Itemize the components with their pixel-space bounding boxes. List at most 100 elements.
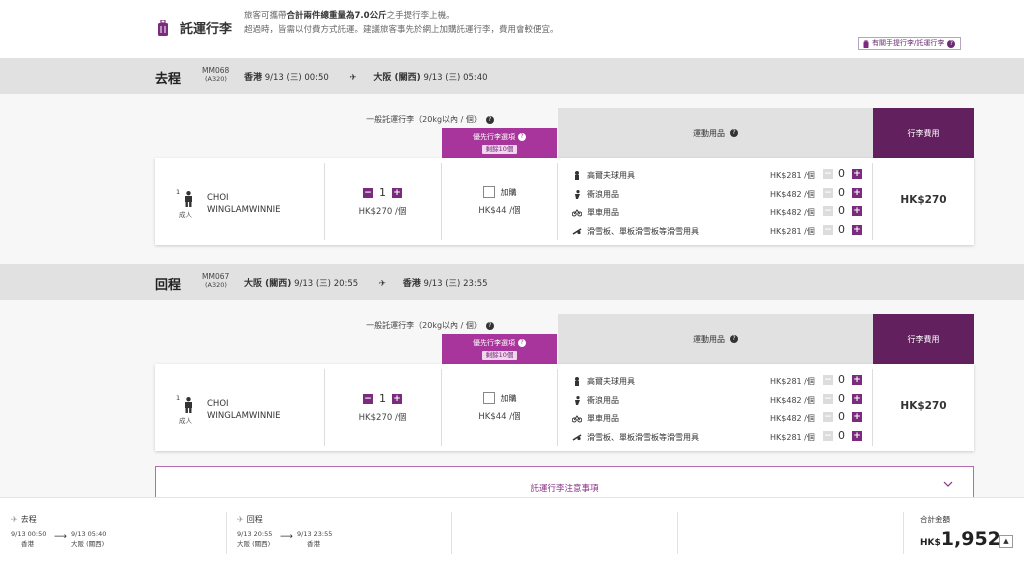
priority-checkbox[interactable] xyxy=(482,186,495,198)
baggage-quantity-stepper: − 1 + HK$270 /個 xyxy=(325,186,440,217)
sport-item-surf: 衝浪用品 HK$482 /個 − 0 + xyxy=(569,392,864,411)
decrease-button[interactable]: − xyxy=(823,375,833,385)
booking-summary-footer: ✈ 去程 9/13 00:50 香港 ⟶ 9/13 05:40 大阪 (關西) ✈ 回程… xyxy=(0,497,1024,564)
normal-baggage-header: 一般託運行李（20kg以內 / 個）? xyxy=(330,320,530,331)
increase-button[interactable]: + xyxy=(852,412,862,422)
flight-route: 香港 9/13 (三) 00:50 ✈ 大阪 (關西) 9/13 (三) 05:… xyxy=(244,73,488,83)
golf-icon xyxy=(575,377,579,386)
sport-item-ski: 滑雪板、單板滑雪板等滑雪用具 HK$281 /個 − 0 + xyxy=(569,223,864,242)
normal-baggage-header: 一般託運行李（20kg以內 / 個）? xyxy=(330,114,530,125)
baggage-count: 1 xyxy=(379,392,386,405)
decrease-button[interactable]: − xyxy=(823,169,833,179)
arrow-right-icon: ⟶ xyxy=(280,532,293,542)
ski-icon xyxy=(572,433,582,441)
decrease-button[interactable]: − xyxy=(823,187,833,198)
bicycle-icon xyxy=(572,415,582,423)
decrease-button[interactable]: − xyxy=(823,224,833,235)
person-icon xyxy=(185,397,192,413)
page-title: 託運行李 xyxy=(180,22,233,37)
baggage-fee: HK$270 xyxy=(900,194,947,206)
arrow-right-icon: ⟶ xyxy=(54,532,67,542)
sports-equipment-list: 高爾夫球用具 HK$281 /個 − 0 + 衝浪用品 HK$482 /個 − … xyxy=(569,373,864,447)
decrease-button[interactable]: − xyxy=(823,430,833,441)
passenger-name: CHOI WINGLAMWINNIE xyxy=(207,193,281,215)
plane-icon: ✈ xyxy=(237,515,244,524)
sports-equipment-header: 運動用品? xyxy=(558,108,873,158)
sports-equipment-list: 高爾夫球用具 HK$281 /個 − 0 + 衝浪用品 HK$482 /個 − … xyxy=(569,167,864,241)
sport-item-bicycle: 單車用品 HK$482 /個 − 0 + xyxy=(569,410,864,429)
help-icon[interactable]: ? xyxy=(518,339,526,347)
golf-icon xyxy=(575,171,579,180)
baggage-fee-header: 行李費用 xyxy=(873,314,974,364)
plane-icon: ✈ xyxy=(11,515,18,524)
baggage-fee-header: 行李費用 xyxy=(873,108,974,158)
decrease-button[interactable]: − xyxy=(823,393,833,404)
chevron-down-icon xyxy=(943,481,953,487)
total-amount: HK$1,952 xyxy=(920,528,1001,550)
person-icon xyxy=(185,191,192,207)
bicycle-icon xyxy=(572,209,582,217)
outbound-flight-bar: 去程 MM068 (A320) 香港 9/13 (三) 00:50 ✈ 大阪 (… xyxy=(0,58,1024,94)
help-icon[interactable]: ? xyxy=(485,321,494,330)
flight-number: MM068 (A320) xyxy=(202,66,230,83)
sport-item-golf: 高爾夫球用具 HK$281 /個 − 0 + xyxy=(569,373,864,392)
priority-addon: 加購 HK$44 /個 xyxy=(442,392,557,422)
luggage-icon xyxy=(863,39,869,48)
direction-label: 去程 xyxy=(155,72,182,87)
increase-button[interactable]: + xyxy=(852,187,862,198)
help-icon: ? xyxy=(947,39,956,48)
help-icon[interactable]: ? xyxy=(730,335,738,343)
increase-button[interactable]: + xyxy=(852,224,862,235)
footer-return: ✈ 回程 9/13 20:55 大阪 (關西) ⟶ 9/13 23:55 香港 xyxy=(237,515,333,548)
priority-price: HK$44 /個 xyxy=(478,412,521,422)
flight-number: MM067 (A320) xyxy=(202,272,230,289)
increase-button[interactable]: + xyxy=(852,430,862,441)
sport-item-ski: 滑雪板、單板滑雪板等滑雪用具 HK$281 /個 − 0 + xyxy=(569,429,864,448)
ski-icon xyxy=(572,227,582,235)
passenger-baggage-card: 1 成人 CHOI WINGLAMWINNIE − 1 + HK$270 /個 xyxy=(155,158,974,245)
footer-outbound: ✈ 去程 9/13 00:50 香港 ⟶ 9/13 05:40 大阪 (關西) xyxy=(11,515,107,548)
help-icon[interactable]: ? xyxy=(730,129,738,137)
baggage-quantity-stepper: − 1 + HK$270 /個 xyxy=(325,392,440,423)
priority-addon: 加購 HK$44 /個 xyxy=(442,186,557,216)
increase-button[interactable]: + xyxy=(852,375,862,385)
sport-item-golf: 高爾夫球用具 HK$281 /個 − 0 + xyxy=(569,167,864,186)
baggage-description: 旅客可攜帶合計兩件總重量為7.0公斤之手提行李上機。 超過時，皆需以付費方式託運… xyxy=(244,11,559,35)
luggage-icon xyxy=(158,20,168,36)
baggage-notice-toggle[interactable]: 託運行李注意事項 xyxy=(155,466,974,498)
priority-baggage-header: 優先行李選項? 剩餘10個 xyxy=(442,128,557,158)
decrease-button[interactable]: − xyxy=(823,206,833,216)
sport-item-surf: 衝浪用品 HK$482 /個 − 0 + xyxy=(569,186,864,205)
help-icon[interactable]: ? xyxy=(485,115,494,124)
baggage-fee: HK$270 xyxy=(900,400,947,412)
decrease-button[interactable]: − xyxy=(823,412,833,422)
remaining-badge: 剩餘10個 xyxy=(481,145,518,154)
plane-icon: ✈ xyxy=(378,279,387,289)
unit-price: HK$270 /個 xyxy=(358,413,407,423)
total-label: 合計金額 xyxy=(920,515,950,524)
passenger-baggage-card: 1 成人 CHOI WINGLAMWINNIE − 1 + HK$270 /個 xyxy=(155,364,974,451)
flight-route: 大阪 (關西) 9/13 (三) 20:55 ✈ 香港 9/13 (三) 23:… xyxy=(244,279,488,289)
increase-button[interactable]: + xyxy=(852,169,862,179)
surf-icon xyxy=(575,395,580,405)
unit-price: HK$270 /個 xyxy=(358,207,407,217)
decrease-button[interactable]: − xyxy=(363,187,373,198)
plane-icon: ✈ xyxy=(349,73,357,83)
increase-button[interactable]: + xyxy=(392,393,402,404)
sport-item-bicycle: 單車用品 HK$482 /個 − 0 + xyxy=(569,204,864,223)
remaining-badge: 剩餘10個 xyxy=(481,351,518,360)
increase-button[interactable]: + xyxy=(392,187,402,198)
priority-price: HK$44 /個 xyxy=(478,206,521,216)
baggage-info-link[interactable]: 有關手提行李/託運行李 ? xyxy=(858,37,962,50)
expand-summary-button[interactable]: ▲ xyxy=(999,535,1013,548)
increase-button[interactable]: + xyxy=(852,206,862,216)
passenger-name: CHOI WINGLAMWINNIE xyxy=(207,399,281,421)
help-icon[interactable]: ? xyxy=(518,133,526,141)
increase-button[interactable]: + xyxy=(852,393,862,404)
baggage-header: 託運行李 旅客可攜帶合計兩件總重量為7.0公斤之手提行李上機。 超過時，皆需以付… xyxy=(0,0,1024,58)
priority-checkbox[interactable] xyxy=(482,392,495,404)
priority-baggage-header: 優先行李選項? 剩餘10個 xyxy=(442,334,557,364)
decrease-button[interactable]: − xyxy=(363,393,373,404)
direction-label: 回程 xyxy=(155,278,182,293)
baggage-count: 1 xyxy=(379,186,386,199)
